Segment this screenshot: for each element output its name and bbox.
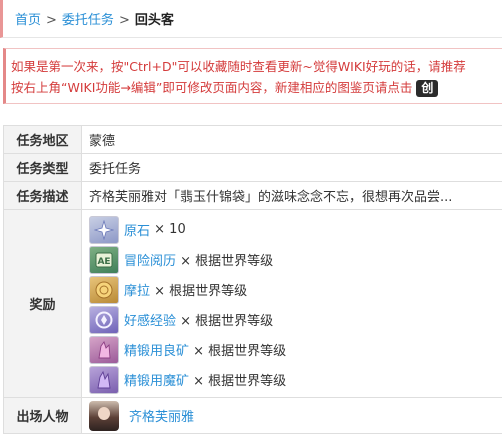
reward-qty: × 根据世界等级	[180, 314, 274, 329]
notice-line-2: 按右上角“WIKI功能→编辑”即可修改页面内容，新建相应的图鉴页请点击创	[11, 77, 502, 98]
breadcrumb-separator: >	[46, 13, 57, 28]
reward-name-link[interactable]: 原石	[124, 220, 150, 239]
quest-desc-value: 齐格芙丽雅对「翡玉什锦袋」的滋味念念不忘，很想再次品尝...	[81, 181, 502, 210]
character-cell: 齐格芙丽雅	[81, 397, 502, 434]
reward-qty: × 根据世界等级	[154, 284, 248, 299]
reward-qty: × 10	[154, 222, 186, 237]
friendship-exp-icon[interactable]	[89, 305, 119, 334]
table-row: 任务类型 委托任务	[3, 153, 502, 182]
reward-item-mystic-ore: 精锻用魔矿 × 根据世界等级	[89, 365, 502, 395]
reward-item-mora: 摩拉 × 根据世界等级	[89, 275, 502, 305]
region-label: 任务地区	[3, 125, 82, 154]
reward-name-link[interactable]: 精锻用良矿	[124, 340, 189, 359]
notice-line-2-text: 按右上角“WIKI功能→编辑”即可修改页面内容，新建相应的图鉴页请点击	[11, 80, 413, 95]
character-label: 出场人物	[3, 397, 82, 434]
reward-cell: 原石 × 10 AE 冒险阅历 × 根据世界等级 摩拉 × 根据世界等级 好感经…	[81, 209, 502, 398]
reward-qty: × 根据世界等级	[180, 254, 274, 269]
notice-box: 如果是第一次来，按"Ctrl+D"可以收藏随时查看更新~觉得WIKI好玩的话，请…	[3, 48, 502, 104]
breadcrumb-category-link[interactable]: 委托任务	[62, 13, 114, 28]
adventure-exp-icon[interactable]: AE	[89, 245, 119, 274]
breadcrumb: 首页 > 委托任务 > 回头客	[0, 0, 502, 38]
table-row: 出场人物 齐格芙丽雅	[3, 397, 502, 434]
reward-label: 奖励	[3, 209, 82, 398]
quest-desc-label: 任务描述	[3, 181, 82, 210]
svg-text:AE: AE	[97, 257, 110, 267]
table-row: 任务地区 蒙德	[3, 125, 502, 154]
avatar-face	[98, 406, 110, 420]
region-value: 蒙德	[81, 125, 502, 154]
reward-list: 原石 × 10 AE 冒险阅历 × 根据世界等级 摩拉 × 根据世界等级 好感经…	[89, 213, 502, 395]
fine-enhancement-ore-icon[interactable]	[89, 335, 119, 364]
reward-qty: × 根据世界等级	[193, 374, 287, 389]
reward-name-link[interactable]: 冒险阅历	[124, 250, 176, 269]
character-avatar[interactable]	[89, 400, 119, 431]
table-row: 奖励 原石 × 10 AE 冒险阅历 × 根据世界等级 摩拉 × 根据世界等级 …	[3, 209, 502, 398]
notice-line-1: 如果是第一次来，按"Ctrl+D"可以收藏随时查看更新~觉得WIKI好玩的话，请…	[11, 59, 466, 74]
reward-item-friendship-exp: 好感经验 × 根据世界等级	[89, 305, 502, 335]
breadcrumb-separator: >	[118, 13, 130, 28]
primogem-icon[interactable]	[89, 215, 119, 244]
character-name-link[interactable]: 齐格芙丽雅	[129, 406, 194, 425]
reward-name-link[interactable]: 摩拉	[124, 280, 150, 299]
quest-type-label: 任务类型	[3, 153, 82, 182]
reward-name-link[interactable]: 好感经验	[124, 310, 176, 329]
reward-item-adventure-exp: AE 冒险阅历 × 根据世界等级	[89, 245, 502, 275]
breadcrumb-current: 回头客	[134, 13, 174, 28]
mora-icon[interactable]	[89, 275, 119, 304]
reward-item-fine-ore: 精锻用良矿 × 根据世界等级	[89, 335, 502, 365]
breadcrumb-home-link[interactable]: 首页	[15, 13, 41, 28]
quest-info-table: 任务地区 蒙德 任务类型 委托任务 任务描述 齐格芙丽雅对「翡玉什锦袋」的滋味念…	[3, 125, 502, 434]
reward-name-link[interactable]: 精锻用魔矿	[124, 370, 189, 389]
reward-item-primogem: 原石 × 10	[89, 215, 502, 245]
reward-qty: × 根据世界等级	[193, 344, 287, 359]
quest-type-value: 委托任务	[81, 153, 502, 182]
create-page-button[interactable]: 创	[416, 80, 439, 97]
mystic-enhancement-ore-icon[interactable]	[89, 365, 119, 394]
table-row: 任务描述 齐格芙丽雅对「翡玉什锦袋」的滋味念念不忘，很想再次品尝...	[3, 181, 502, 210]
character-entry: 齐格芙丽雅	[89, 400, 502, 431]
